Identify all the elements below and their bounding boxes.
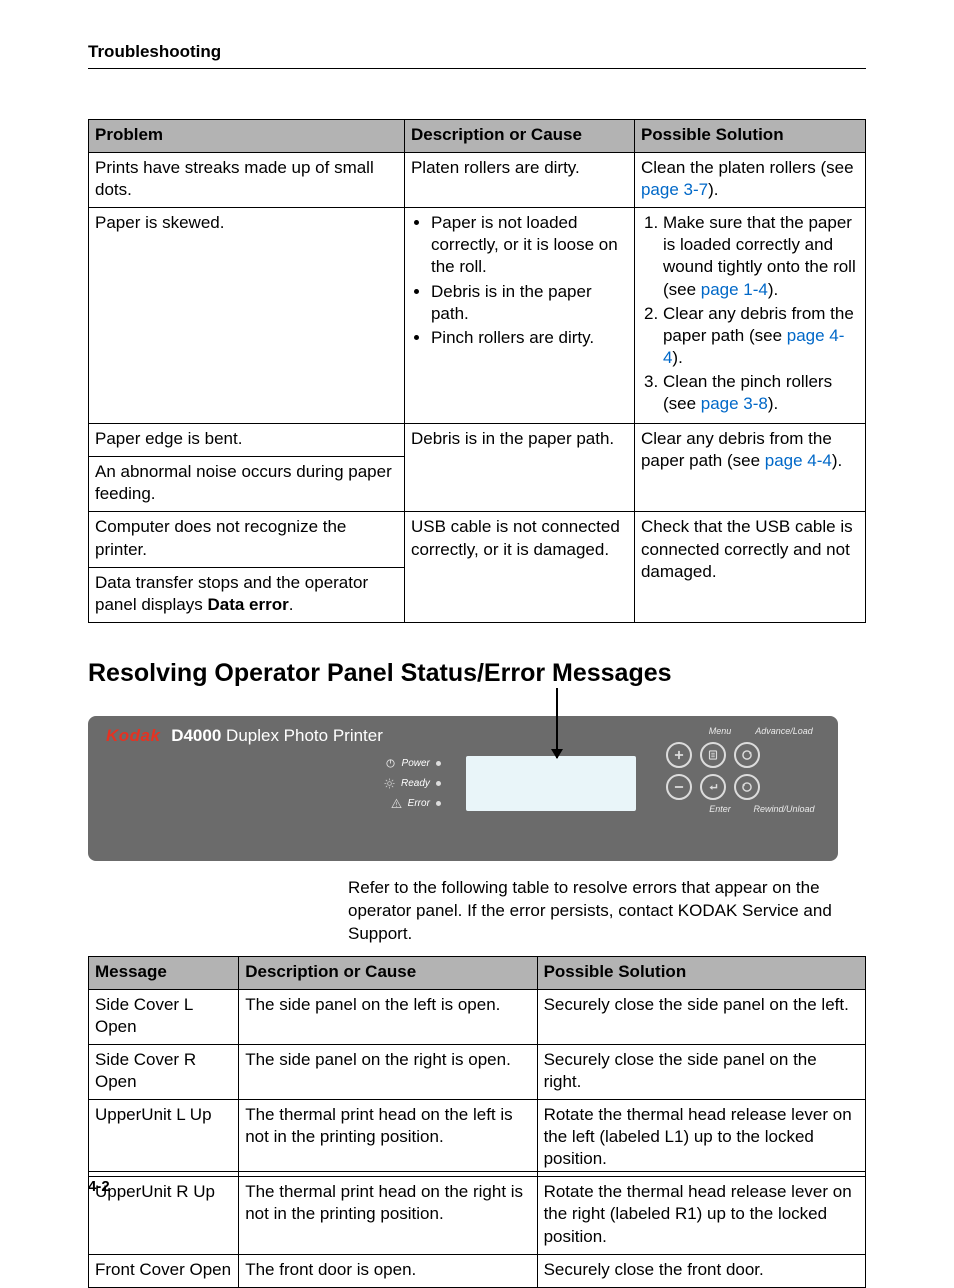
troubleshooting-table: Problem Description or Cause Possible So…: [88, 119, 866, 623]
label-enter: Enter: [704, 804, 736, 814]
page-header: Troubleshooting: [88, 42, 866, 69]
error-icon: [391, 798, 402, 809]
t1-r5-desc: USB cable is not connected correctly, or…: [404, 512, 634, 622]
status-lights: Power Ready Error: [384, 754, 441, 814]
t1-r5-sol: Check that the USB cable is connected co…: [634, 512, 865, 622]
panel-brand: Kodak D4000 Duplex Photo Printer: [106, 726, 383, 746]
table-row: Side Cover L Open The side panel on the …: [89, 989, 866, 1044]
plus-button[interactable]: [666, 742, 692, 768]
page-number: 4-2: [88, 1171, 866, 1195]
link-page-1-4[interactable]: page 1-4: [701, 280, 768, 299]
link-page-3-7[interactable]: page 3-7: [641, 180, 708, 199]
rewind-button[interactable]: [734, 774, 760, 800]
table-row: Front Cover Open The front door is open.…: [89, 1254, 866, 1287]
panel-buttons: Menu Advance/Load Enter Rewind/Unload: [666, 726, 826, 814]
minus-button[interactable]: [666, 774, 692, 800]
t1-r1-sol: Clean the platen rollers (see page 3-7).: [634, 153, 865, 208]
t1-r2-desc: Paper is not loaded correctly, or it is …: [404, 208, 634, 424]
label-rewind: Rewind/Unload: [748, 804, 820, 814]
menu-button[interactable]: [700, 742, 726, 768]
panel-note-text: Refer to the following table to resolve …: [348, 877, 846, 946]
t1-r2-sol: Make sure that the paper is loaded corre…: [634, 208, 865, 424]
table-row: UpperUnit L Up The thermal print head on…: [89, 1100, 866, 1177]
t1-r6-problem: Data transfer stops and the operator pan…: [89, 567, 405, 622]
section-heading: Resolving Operator Panel Status/Error Me…: [88, 659, 866, 688]
t1-head-desc: Description or Cause: [404, 120, 634, 153]
t1-r4-problem: An abnormal noise occurs during paper fe…: [89, 457, 405, 512]
advance-button[interactable]: [734, 742, 760, 768]
operator-panel: Kodak D4000 Duplex Photo Printer Power R…: [88, 716, 838, 861]
t1-head-sol: Possible Solution: [634, 120, 865, 153]
label-menu: Menu: [704, 726, 736, 736]
t1-head-problem: Problem: [89, 120, 405, 153]
lcd-display: [466, 756, 636, 811]
enter-button[interactable]: [700, 774, 726, 800]
t1-r3-problem: Paper edge is bent.: [89, 424, 405, 457]
kodak-logo: Kodak: [106, 726, 160, 745]
t2-head-sol: Possible Solution: [537, 956, 865, 989]
t1-r3-sol: Clear any debris from the paper path (se…: [634, 424, 865, 512]
t2-head-desc: Description or Cause: [239, 956, 537, 989]
ready-icon: [384, 778, 395, 789]
link-page-4-4b[interactable]: page 4-4: [765, 451, 832, 470]
pointer-arrow: [556, 688, 558, 758]
t2-head-msg: Message: [89, 956, 239, 989]
t1-r1-desc: Platen rollers are dirty.: [404, 153, 634, 208]
label-advance: Advance/Load: [748, 726, 820, 736]
power-icon: [385, 758, 396, 769]
t1-r2-problem: Paper is skewed.: [89, 208, 405, 424]
t1-r3-desc: Debris is in the paper path.: [404, 424, 634, 512]
error-messages-table: Message Description or Cause Possible So…: [88, 956, 866, 1288]
table-row: Side Cover R Open The side panel on the …: [89, 1044, 866, 1099]
link-page-3-8[interactable]: page 3-8: [701, 394, 768, 413]
t1-r5-problem: Computer does not recognize the printer.: [89, 512, 405, 567]
t1-r1-problem: Prints have streaks made up of small dot…: [89, 153, 405, 208]
